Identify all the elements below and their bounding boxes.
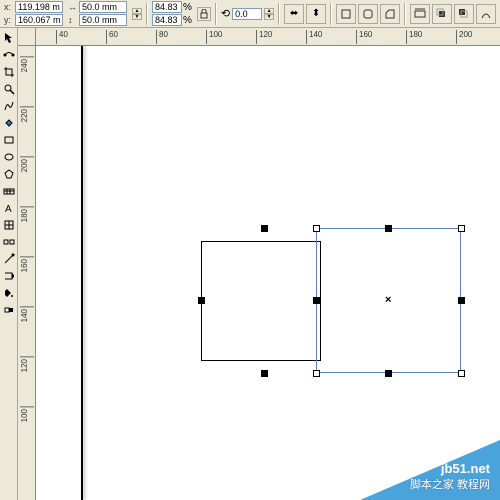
- to-back-button[interactable]: [454, 4, 474, 24]
- ellipse-tool[interactable]: [1, 149, 17, 165]
- spinner-down[interactable]: ▼: [132, 14, 142, 20]
- mirror-h-icon: ⬌: [290, 8, 298, 19]
- position-group: x: y:: [4, 1, 63, 26]
- x-label: x:: [4, 2, 14, 12]
- selection-handle-w[interactable]: [313, 297, 320, 304]
- canvas-area: 40 60 80 100 120 140 160 180 200 240 220…: [18, 28, 500, 500]
- rectangle-tool[interactable]: [1, 132, 17, 148]
- mirror-v-button[interactable]: ⬍: [306, 4, 326, 24]
- rectangle-object-1[interactable]: [201, 241, 321, 361]
- corner-1-button[interactable]: [336, 4, 356, 24]
- selection-handle-extra-n[interactable]: [261, 225, 268, 232]
- interactive-fill-tool[interactable]: [1, 302, 17, 318]
- selection-center-icon[interactable]: ×: [385, 294, 391, 306]
- polygon-tool[interactable]: [1, 166, 17, 182]
- svg-text:A: A: [5, 204, 12, 214]
- width-icon: ↔: [68, 2, 78, 12]
- selection-handle-nw[interactable]: [313, 225, 320, 232]
- watermark: jb51.net 脚本之家 教程网: [360, 440, 500, 500]
- selection-handle-n[interactable]: [385, 225, 392, 232]
- toolbox: A: [0, 28, 18, 500]
- watermark-sub: 脚本之家 教程网: [410, 476, 490, 492]
- scale-x-input[interactable]: [152, 1, 182, 13]
- separator: [404, 3, 406, 25]
- lock-ratio-button[interactable]: [197, 7, 211, 21]
- selection-handle-ne[interactable]: [458, 225, 465, 232]
- shape-tool[interactable]: [1, 47, 17, 63]
- basic-shapes-tool[interactable]: [1, 183, 17, 199]
- y-position-input[interactable]: [15, 14, 63, 26]
- rotation-spinner[interactable]: ▲ ▼: [264, 8, 274, 20]
- x-position-input[interactable]: [15, 1, 63, 13]
- blend-tool[interactable]: [1, 234, 17, 250]
- ruler-origin[interactable]: [18, 28, 36, 46]
- separator: [215, 3, 217, 25]
- selection-handle-se[interactable]: [458, 370, 465, 377]
- selection-handle-s[interactable]: [385, 370, 392, 377]
- size-group: ↔ ↕: [68, 1, 127, 26]
- percent-label: %: [183, 2, 192, 13]
- crop-tool[interactable]: [1, 64, 17, 80]
- zoom-tool[interactable]: [1, 81, 17, 97]
- spinner-down[interactable]: ▼: [264, 14, 274, 20]
- pick-tool[interactable]: [1, 30, 17, 46]
- freehand-tool[interactable]: [1, 98, 17, 114]
- wrap-text-button[interactable]: [410, 4, 430, 24]
- height-input[interactable]: [79, 14, 127, 26]
- page-edge: [81, 46, 83, 500]
- scale-group: % %: [152, 1, 192, 26]
- vertical-ruler[interactable]: 240 220 200 180 160 140 120 100: [18, 46, 36, 500]
- rotation-icon: ⟲: [221, 7, 230, 20]
- height-icon: ↕: [68, 15, 78, 25]
- size-spinner[interactable]: ▲ ▼: [132, 8, 142, 20]
- selection-handle-sw[interactable]: [313, 370, 320, 377]
- eyedropper-tool[interactable]: [1, 251, 17, 267]
- to-front-button[interactable]: [432, 4, 452, 24]
- work-area: A 40 60 80 100 120 140 160 180 200 240 2…: [0, 28, 500, 500]
- selection-handle-extra-s[interactable]: [261, 370, 268, 377]
- percent-label: %: [183, 15, 192, 26]
- convert-curves-button[interactable]: [476, 4, 496, 24]
- smart-fill-tool[interactable]: [1, 115, 17, 131]
- selection-handle-e[interactable]: [458, 297, 465, 304]
- selection-handle-extra-w[interactable]: [198, 297, 205, 304]
- rotation-input[interactable]: [232, 8, 262, 20]
- mirror-v-icon: ⬍: [312, 8, 320, 19]
- corner-2-button[interactable]: [358, 4, 378, 24]
- corner-3-button[interactable]: [380, 4, 400, 24]
- property-bar: x: y: ↔ ↕ ▲ ▼ % % ⟲: [0, 0, 500, 28]
- drawing-canvas[interactable]: ×: [36, 46, 500, 500]
- outline-tool[interactable]: [1, 268, 17, 284]
- y-label: y:: [4, 15, 14, 25]
- mirror-h-button[interactable]: ⬌: [284, 4, 304, 24]
- width-input[interactable]: [79, 1, 127, 13]
- text-tool[interactable]: A: [1, 200, 17, 216]
- watermark-site: jb51.net: [441, 461, 490, 476]
- separator: [278, 3, 280, 25]
- horizontal-ruler[interactable]: 40 60 80 100 120 140 160 180 200: [36, 28, 500, 46]
- scale-y-input[interactable]: [152, 14, 182, 26]
- fill-tool[interactable]: [1, 285, 17, 301]
- separator: [146, 3, 148, 25]
- table-tool[interactable]: [1, 217, 17, 233]
- separator: [330, 3, 332, 25]
